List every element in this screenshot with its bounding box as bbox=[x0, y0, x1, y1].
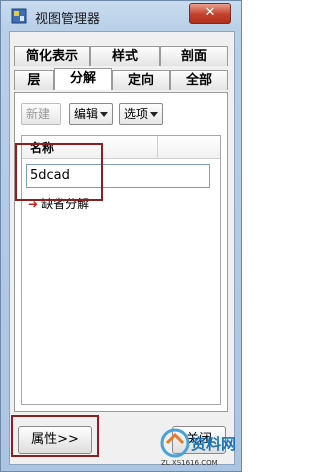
options-dropdown[interactable]: 选项 bbox=[119, 103, 163, 125]
watermark-url: ZL.XS1616.COM bbox=[161, 459, 218, 467]
chevron-down-icon bbox=[100, 112, 108, 117]
tab-orient[interactable]: 定向 bbox=[112, 70, 170, 90]
tab-section[interactable]: 剖面 bbox=[160, 46, 228, 66]
column-divider[interactable] bbox=[157, 136, 158, 158]
tab-all[interactable]: 全部 bbox=[170, 70, 228, 90]
tab-simplified-rep[interactable]: 简化表示 bbox=[14, 46, 90, 66]
watermark-logo: 资料网 ZL.XS1616.COM bbox=[160, 428, 236, 467]
edit-label: 编辑 bbox=[74, 107, 99, 121]
title-bar[interactable]: 视图管理器 ✕ bbox=[1, 1, 241, 31]
tab-layer[interactable]: 层 bbox=[14, 70, 54, 90]
close-window-button[interactable]: ✕ bbox=[189, 3, 231, 24]
watermark-text: 资料网 bbox=[191, 435, 236, 453]
name-highlight-box bbox=[15, 143, 103, 201]
properties-highlight-box bbox=[11, 415, 99, 457]
view-manager-window: 视图管理器 ✕ 简化表示 样式 剖面 层 分解 定向 全部 新建 编辑 选项 名… bbox=[0, 0, 242, 472]
dialog-body: 简化表示 样式 剖面 层 分解 定向 全部 新建 编辑 选项 名称 5dcad bbox=[9, 31, 235, 465]
app-icon bbox=[11, 8, 27, 24]
options-label: 选项 bbox=[124, 107, 149, 121]
edit-dropdown[interactable]: 编辑 bbox=[69, 103, 113, 125]
window-title: 视图管理器 bbox=[35, 12, 101, 27]
tab-explode[interactable]: 分解 bbox=[54, 68, 112, 90]
new-button[interactable]: 新建 bbox=[21, 103, 61, 125]
tab-style[interactable]: 样式 bbox=[90, 46, 160, 66]
explode-tab-panel: 新建 编辑 选项 名称 5dcad ➜ 缺省分解 bbox=[14, 92, 228, 412]
chevron-down-icon bbox=[150, 112, 158, 117]
